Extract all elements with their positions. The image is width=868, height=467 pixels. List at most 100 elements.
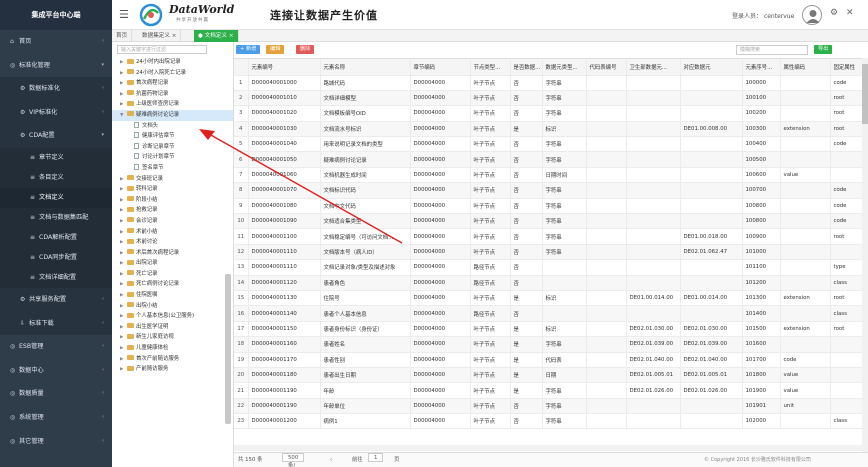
table-cell: class <box>830 413 862 430</box>
column-header[interactable]: 章节编码 <box>410 59 471 76</box>
column-header[interactable]: 卫生部数据元... <box>626 59 681 76</box>
tree-folder-node[interactable]: ▶ 死亡病例讨论记录 <box>112 279 233 290</box>
tree-folder-node[interactable]: ▶ 首次产前随访服务 <box>112 354 233 365</box>
table-row[interactable]: 21 D000040001190 年龄 D00004000 叶子节点是字符串 DE02.0… <box>234 382 862 399</box>
tree-folder-node[interactable]: ▶ 24小时入院死亡记录 <box>112 68 233 79</box>
column-header[interactable]: 是否数据... <box>510 59 543 76</box>
sidebar-item-5[interactable]: ≡ 章节定义 <box>0 147 112 168</box>
sidebar-item-14[interactable]: ◎ ESB管理 ‹ <box>0 335 112 359</box>
column-header[interactable]: 代码表编号 <box>586 59 627 76</box>
tab-home[interactable]: 首页 <box>112 30 133 42</box>
sidebar-item-12[interactable]: ⚙ 共享服务配置 ‹ <box>0 287 112 312</box>
sidebar-item-13[interactable]: ⇩ 标准下载 ‹ <box>0 311 112 336</box>
menu-toggle-icon[interactable]: ☰ <box>119 8 129 21</box>
table-row[interactable]: 12 D000040001110 文档版本号（病人ID） D00004000 叶子节点否… <box>234 244 862 261</box>
table-cell: 叶子节点 <box>470 228 511 245</box>
gear-icon[interactable]: ⚙ <box>830 8 838 18</box>
tree-folder-node[interactable]: ▶ 出生医学证明 <box>112 322 233 333</box>
caret-right-icon[interactable]: ▶ <box>120 365 127 376</box>
tab-document-definition[interactable]: ● 文档定义 × <box>194 30 239 42</box>
table-row[interactable]: 17 D000040001150 患者身份标识（身份证） D00004000 叶子节点是… <box>234 321 862 338</box>
table-row[interactable]: 20 D000040001180 患者出生日期 D00004000 叶子节点是日期 DE0… <box>234 367 862 384</box>
tree-search-input[interactable]: 输入关键字进行过滤 <box>117 45 207 54</box>
login-user[interactable]: centervue <box>764 13 794 20</box>
tree-folder-node[interactable]: ▶ 术后首次病程记录 <box>112 248 233 259</box>
sidebar-item-1[interactable]: ◎ 标准化管理 ▾ <box>0 54 112 78</box>
user-avatar[interactable] <box>802 5 822 25</box>
column-header[interactable]: 元素序号... <box>742 59 781 76</box>
table-row[interactable]: 16 D000040001140 患者个人基本信息 D00004000 路径节点否 101… <box>234 305 862 322</box>
sidebar-item-11[interactable]: ≡ 文档详细配置 <box>0 267 112 288</box>
column-header[interactable]: 属性编码 <box>780 59 831 76</box>
tree-folder-node[interactable]: ▶ 抗菌药物记录 <box>112 89 233 100</box>
sidebar-item-15[interactable]: ◎ 数据中心 ‹ <box>0 359 112 383</box>
tree-folder-node[interactable]: ▶ 个人基本信息(公卫服务) <box>112 311 233 322</box>
tree-folder-node[interactable]: ▶ 儿童健康体检 <box>112 343 233 354</box>
grid-vertical-scrollbar[interactable] <box>862 58 868 452</box>
tree-folder-node[interactable]: ▶ 出院小结 <box>112 301 233 312</box>
sidebar-item-7[interactable]: ≡ 文档定义 <box>0 187 112 208</box>
table-row[interactable]: 3 D000040001020 文档模板编号OID D00004000 叶子节点否字符串… <box>234 105 862 122</box>
logo-text: DataWorld <box>169 3 235 16</box>
delete-button[interactable]: 删除 <box>296 45 315 54</box>
prev-page-icon[interactable]: ‹ <box>330 453 332 467</box>
page-number-input[interactable]: 1 <box>368 453 384 462</box>
table-row[interactable]: 23 D000040001200 病例1 D00004000 叶子节点否字符串 10200… <box>234 413 862 430</box>
column-header[interactable]: 固定属性 <box>830 59 862 76</box>
edit-button[interactable]: 编辑 <box>266 45 285 54</box>
table-row[interactable]: 15 D000040001130 住院号 D00004000 叶子节点是标识 DE01.0… <box>234 290 862 307</box>
tree-folder-node[interactable]: ▶ 24小时内出院记录 <box>112 57 233 68</box>
tree-folder-node[interactable]: ▶ 出院记录 <box>112 258 233 269</box>
tab-dataset-definition[interactable]: 数据集定义 × <box>138 30 182 42</box>
table-row[interactable]: 18 D000040001160 患者姓名 D00004000 叶子节点是字符串 DE02… <box>234 336 862 353</box>
sidebar-item-6[interactable]: ≡ 条目定义 <box>0 167 112 188</box>
sidebar-item-10[interactable]: ≡ CDA同步配置 <box>0 247 112 268</box>
sidebar-item-8[interactable]: ≡ 文档与数据集匹配 <box>0 207 112 228</box>
tree-scrollbar[interactable] <box>225 274 231 424</box>
table-row[interactable]: 1 D000040001000 路城代码 D00004000 叶子节点否字符串 10000… <box>234 75 862 91</box>
column-header[interactable]: 数据元类型... <box>542 59 587 76</box>
table-cell <box>586 413 627 430</box>
column-header[interactable]: 元素编号 <box>248 59 321 76</box>
table-cell <box>830 151 862 168</box>
sidebar-item-0[interactable]: ⌂ 首页 ‹ <box>0 30 112 54</box>
tree-folder-node[interactable]: ▶ 首次病程记录 <box>112 78 233 89</box>
export-button[interactable]: 导出 <box>814 45 833 54</box>
tree-folder-node[interactable]: ▶ 产前随访服务 <box>112 364 233 375</box>
column-header[interactable]: 对应数据元 <box>680 59 743 76</box>
tree-folder-node[interactable]: ▶ 死亡记录 <box>112 269 233 280</box>
sidebar-item-2[interactable]: ⚙ 数据标准化 ‹ <box>0 77 112 101</box>
close-icon[interactable]: ✕ <box>846 8 854 18</box>
table-cell <box>780 275 831 291</box>
tree-folder-node[interactable]: ▶ 上级医师查房记录 <box>112 99 233 110</box>
page-size-select[interactable]: 500条/页 <box>282 453 305 467</box>
grid-search-input[interactable]: 模糊搜索 <box>736 45 808 55</box>
tree-folder-node[interactable]: ▶ 住院医嘱 <box>112 290 233 301</box>
sidebar-item-9[interactable]: ≡ CDA解析配置 <box>0 227 112 248</box>
table-row[interactable]: 13 D000040001110 文档记录对象/类型及描述对象 D00004000 路径… <box>234 259 862 276</box>
tree-folder-node[interactable]: ▶ 新生儿家庭访视 <box>112 332 233 343</box>
column-header[interactable]: 节点类型... <box>470 59 511 76</box>
tree-folder-node[interactable]: ▼ 疑难病例讨论记录 <box>112 109 233 121</box>
sidebar-item-3[interactable]: ⚙ VIP标准化 ‹ <box>0 100 112 125</box>
column-header[interactable] <box>234 59 249 76</box>
table-cell: code <box>830 75 862 91</box>
table-cell: 叶子节点 <box>470 75 511 91</box>
table-cell: root <box>830 90 862 107</box>
grid-horizontal-scrollbar[interactable] <box>234 445 862 451</box>
sidebar-item-4[interactable]: ⚙ CDA配置 ▾ <box>0 124 112 148</box>
sidebar-item-16[interactable]: ◎ 数据质量 ‹ <box>0 382 112 406</box>
column-header[interactable]: 元素名称 <box>320 59 411 76</box>
table-row[interactable]: 19 D000040001170 患者性别 D00004000 叶子节点是代码表 DE02… <box>234 352 862 368</box>
sidebar-item-17[interactable]: ◎ 系统管理 ‹ <box>0 406 112 430</box>
sidebar-item-label: 数据质量 <box>19 390 44 398</box>
table-cell: D000040001160 <box>248 336 321 353</box>
table-cell: D00004000 <box>410 259 471 276</box>
add-button[interactable]: + 新增 <box>236 45 261 54</box>
sidebar-item-18[interactable]: ◎ 其它管理 ‹ <box>0 430 112 454</box>
table-row[interactable]: 2 D000040001010 文档详细模型 D00004000 叶子节点否字符串 100… <box>234 90 862 107</box>
scroll-thumb[interactable] <box>862 64 868 124</box>
table-row[interactable]: 14 D000040001120 患者角色 D00004000 路径节点否 101200 c… <box>234 275 862 291</box>
table-row[interactable]: 22 D000040001190 年龄单位 D00004000 叶子节点否字符串 1019… <box>234 398 862 415</box>
list-icon: ≡ <box>30 213 36 221</box>
